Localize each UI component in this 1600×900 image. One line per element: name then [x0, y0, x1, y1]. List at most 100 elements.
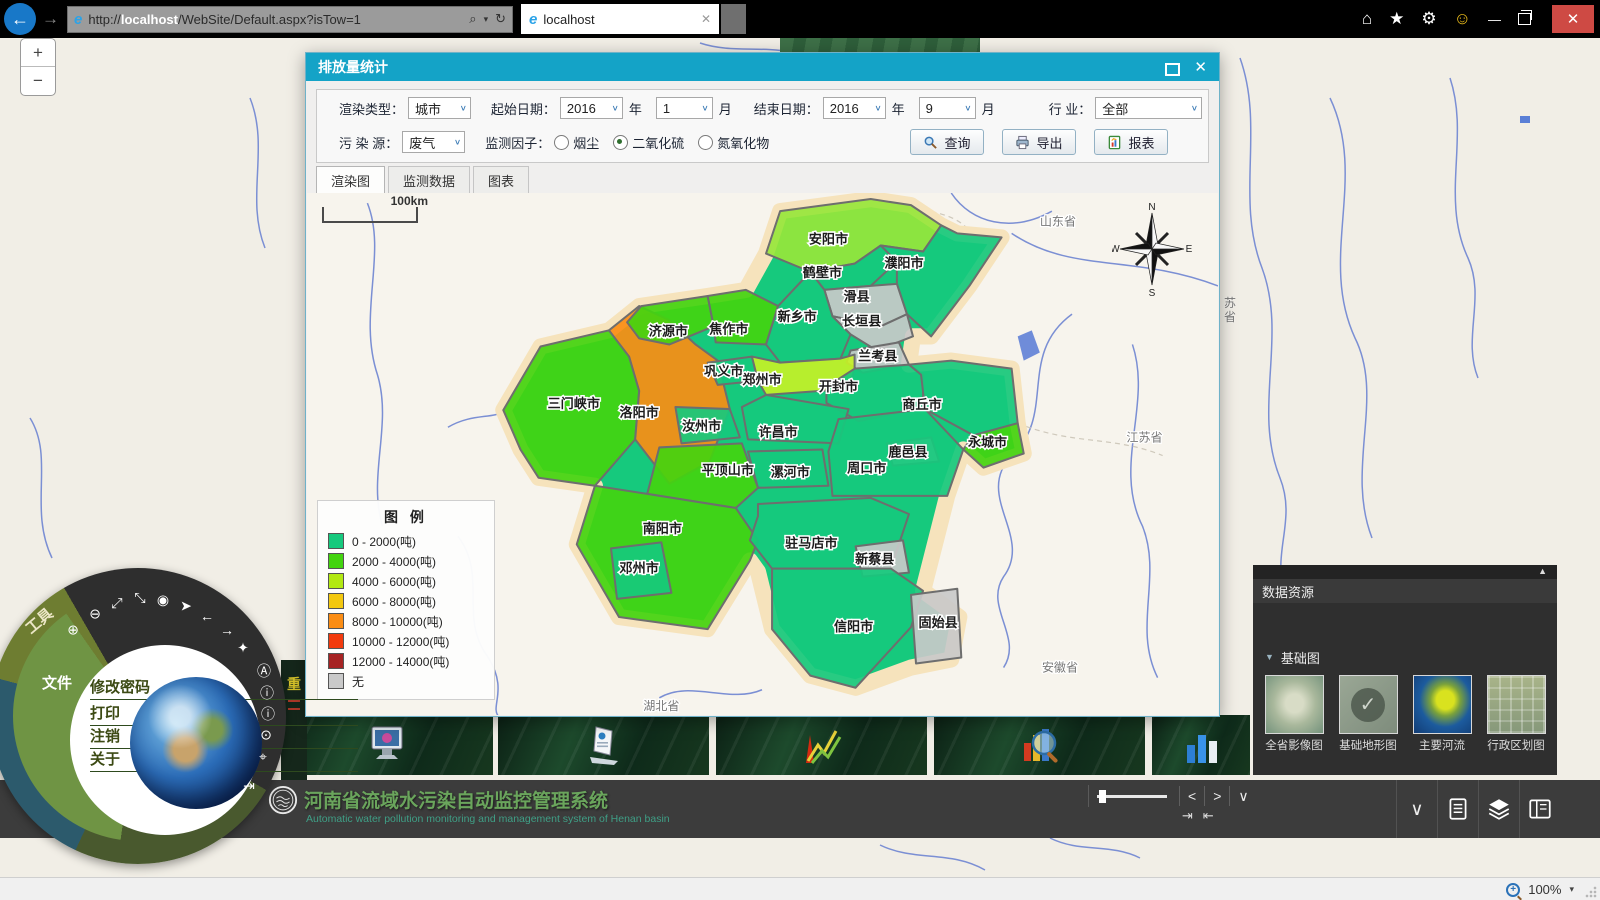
- step-forward-icon[interactable]: ⇥: [1182, 808, 1193, 824]
- file-wedge-label[interactable]: 文件: [42, 672, 72, 693]
- collapse-toolbar-button[interactable]: ∨: [1396, 780, 1437, 838]
- document-list-button[interactable]: [1437, 780, 1478, 838]
- pollution-source-select[interactable]: 废气∨: [402, 131, 465, 153]
- banner-query-stats[interactable]: [934, 715, 1145, 775]
- section-basemaps[interactable]: ▼ 基础图: [1253, 645, 1557, 669]
- pollution-source-label: 污 染 源：: [339, 133, 398, 152]
- home-icon[interactable]: ⌂: [1362, 9, 1372, 29]
- province-label: 安徽省: [1042, 660, 1078, 675]
- zoom-magnifier-icon[interactable]: +: [1506, 883, 1520, 897]
- panel-collapse-bar[interactable]: ▲: [1253, 565, 1557, 579]
- forward-button[interactable]: →: [42, 9, 59, 29]
- dialog-titlebar[interactable]: 排放量统计 ✕: [306, 53, 1219, 81]
- feedback-smiley-icon[interactable]: ☺: [1454, 9, 1471, 29]
- thumbnail-image[interactable]: [1413, 675, 1472, 734]
- favorites-icon[interactable]: ★: [1389, 9, 1404, 29]
- expand-down-button[interactable]: ∨: [1229, 786, 1256, 806]
- legend-item: 6000 - 8000(吨): [328, 591, 484, 611]
- back-button[interactable]: ←: [4, 3, 36, 35]
- map-region-label: 漯河市: [771, 464, 810, 480]
- timeline-slider[interactable]: [1097, 795, 1167, 798]
- banner-document[interactable]: [498, 715, 709, 775]
- zoom-level[interactable]: 100%: [1528, 882, 1561, 897]
- address-bar[interactable]: e http://localhost/WebSite/Default.aspx?…: [67, 6, 513, 33]
- full-extent-icon[interactable]: ⤢: [111, 595, 122, 612]
- pan-west-icon[interactable]: ←: [200, 608, 214, 624]
- legend-swatch: [328, 633, 344, 649]
- chevron-down-icon[interactable]: ▾: [484, 14, 489, 25]
- zoom-in-icon[interactable]: ⊕: [67, 622, 79, 639]
- export-button[interactable]: 导出: [1002, 129, 1076, 155]
- collapse-menu-icon[interactable]: ⇥: [243, 778, 255, 795]
- minimize-button[interactable]: —: [1488, 12, 1501, 27]
- tab-监测数据[interactable]: 监测数据: [388, 166, 470, 193]
- zoom-caret-icon[interactable]: ▾: [1569, 884, 1574, 895]
- globe-icon[interactable]: ◉: [157, 592, 169, 609]
- step-back-icon[interactable]: ⇤: [1203, 808, 1214, 824]
- refresh-icon[interactable]: ↻: [495, 11, 506, 27]
- map-region[interactable]: [577, 486, 758, 629]
- banner-trend-chart[interactable]: [716, 715, 927, 775]
- map-region-label: 开封市: [819, 378, 858, 394]
- report-button[interactable]: 报表: [1094, 129, 1168, 155]
- collapse-up-icon[interactable]: ▲: [1538, 566, 1547, 576]
- end-month-select[interactable]: 9∨: [919, 97, 976, 119]
- prev-button[interactable]: <: [1179, 786, 1204, 806]
- legend-title: 图 例: [328, 507, 484, 527]
- prev-extent-icon[interactable]: ⤡: [134, 590, 145, 607]
- thumbnail-image[interactable]: [1265, 675, 1324, 734]
- radio-icon[interactable]: [554, 135, 569, 150]
- tab-图表[interactable]: 图表: [473, 166, 529, 193]
- map-region-label: 洛阳市: [620, 404, 659, 420]
- legend-swatch: [328, 553, 344, 569]
- layers-button[interactable]: [1478, 780, 1519, 838]
- settings-gear-icon[interactable]: ⚙: [1421, 9, 1436, 29]
- pan-hand-icon[interactable]: ✦: [237, 640, 249, 657]
- browser-tab[interactable]: e localhost ✕: [521, 4, 719, 34]
- info-icon[interactable]: ⓘ: [260, 683, 274, 703]
- factor-radio-二氧化硫[interactable]: 二氧化硫: [613, 133, 684, 152]
- pan-east-icon[interactable]: →: [220, 622, 234, 638]
- tab-close-icon[interactable]: ✕: [701, 12, 711, 26]
- radio-icon[interactable]: [698, 135, 713, 150]
- basemap-thumbnail[interactable]: 全省影像图: [1259, 675, 1329, 753]
- next-button[interactable]: >: [1204, 786, 1229, 806]
- select-arrow-icon[interactable]: ➤: [180, 598, 192, 615]
- basemap-thumbnail[interactable]: 主要河流: [1407, 675, 1477, 753]
- basemap-thumbnail[interactable]: 行政区划图: [1481, 675, 1551, 753]
- query-button[interactable]: 查询: [910, 129, 984, 155]
- thumbnail-image[interactable]: ✓: [1339, 675, 1398, 734]
- start-month-select[interactable]: 1∨: [656, 97, 713, 119]
- search-icon[interactable]: ⌕: [469, 11, 476, 27]
- render-map-area[interactable]: 三门峡市洛阳市济源市焦作市安阳市鹤壁市濮阳市滑县新乡市长垣县兰考县巩义市郑州市开…: [307, 193, 1218, 715]
- close-window-button[interactable]: ✕: [1552, 5, 1594, 33]
- restore-button[interactable]: [1518, 13, 1531, 25]
- slider-handle[interactable]: [1099, 790, 1106, 803]
- factor-radio-烟尘[interactable]: 烟尘: [554, 133, 599, 152]
- new-tab-button[interactable]: [721, 4, 746, 34]
- legend-swatch: [328, 573, 344, 589]
- render-type-select[interactable]: 城市∨: [408, 97, 471, 119]
- zoom-in-button[interactable]: +: [21, 39, 55, 67]
- identify-icon[interactable]: ⓘ: [261, 704, 275, 724]
- start-year-select[interactable]: 2016∨: [560, 97, 623, 119]
- industry-select[interactable]: 全部∨: [1095, 97, 1202, 119]
- zoom-out-icon[interactable]: ⊖: [89, 606, 101, 623]
- basemap-thumbnail[interactable]: ✓基础地形图: [1333, 675, 1403, 753]
- zoom-out-button[interactable]: −: [21, 67, 55, 94]
- url-text[interactable]: http://localhost/WebSite/Default.aspx?is…: [88, 12, 462, 27]
- data-panel-button[interactable]: [1519, 780, 1560, 838]
- tab-渲染图[interactable]: 渲染图: [316, 166, 385, 194]
- xy-coordinates-icon[interactable]: ⊙: [260, 727, 272, 744]
- label-tool-icon[interactable]: Ⓐ: [257, 661, 271, 681]
- factor-radio-氮氧化物[interactable]: 氮氧化物: [698, 133, 769, 152]
- thumbnail-image[interactable]: [1487, 675, 1546, 734]
- search-tool-icon[interactable]: ⌖: [259, 749, 267, 766]
- banner-bar-chart[interactable]: [1152, 715, 1250, 775]
- dialog-maximize-button[interactable]: [1165, 63, 1180, 76]
- end-year-select[interactable]: 2016∨: [823, 97, 886, 119]
- legend-label: 6000 - 8000(吨): [352, 593, 436, 610]
- radio-icon[interactable]: [613, 135, 628, 150]
- compass-rose: N S W E: [1112, 201, 1192, 297]
- dialog-close-button[interactable]: ✕: [1194, 58, 1207, 76]
